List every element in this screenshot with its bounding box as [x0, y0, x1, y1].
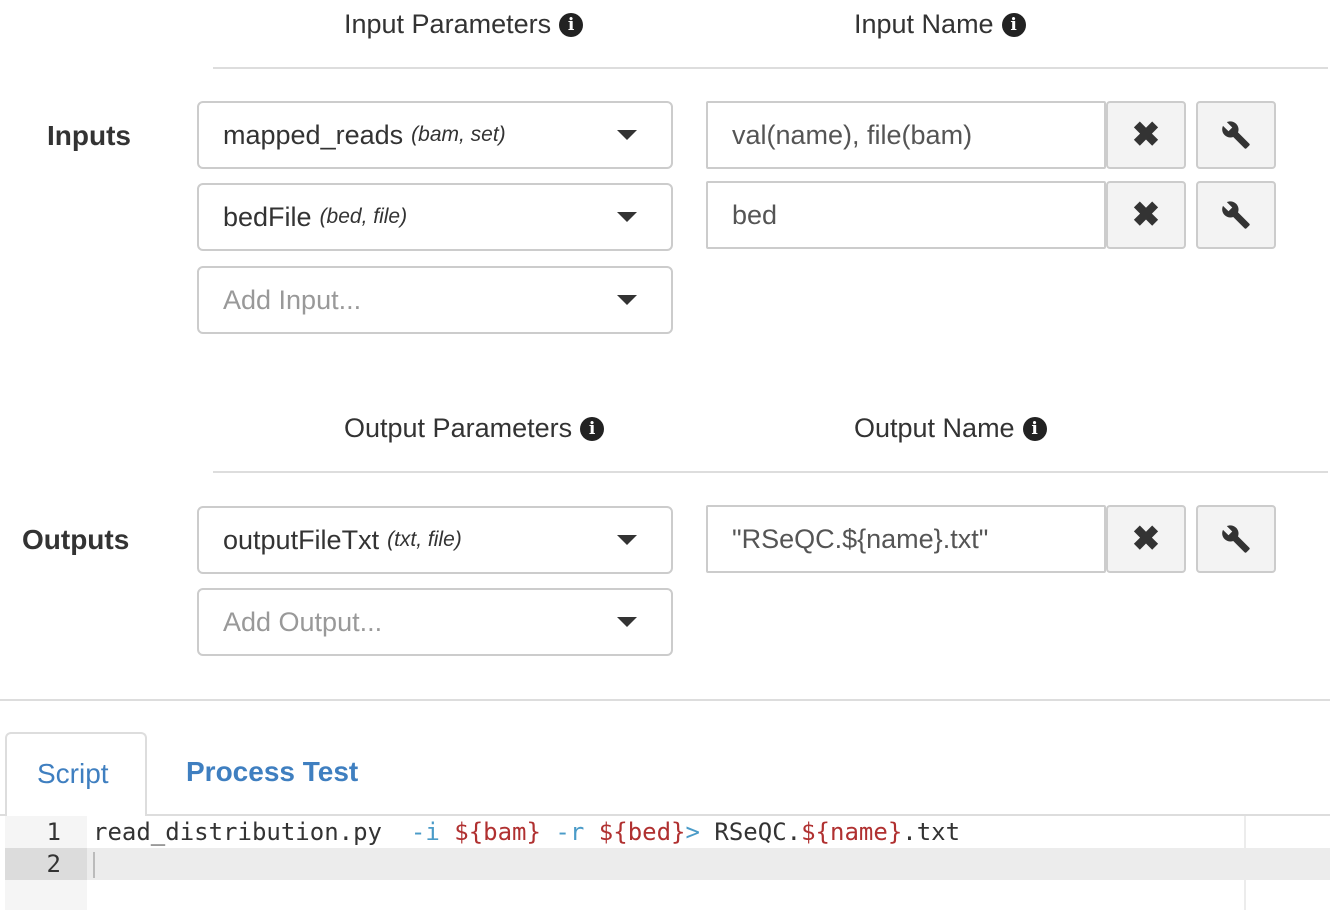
info-circle-icon[interactable]: i: [580, 416, 605, 441]
add-output-placeholder: Add Output...: [223, 606, 383, 637]
code-token: .txt: [902, 818, 961, 846]
times-icon: ✖: [1131, 196, 1161, 234]
text-cursor: [93, 852, 95, 878]
code-variable: name: [830, 818, 888, 846]
line-number: 2: [46, 850, 61, 878]
input-param-select[interactable]: bedFile (bed, file): [197, 183, 673, 251]
remove-input-button[interactable]: ✖: [1106, 181, 1186, 249]
outputs-section-label: Outputs: [22, 524, 130, 555]
active-line-highlight: [5, 848, 1330, 880]
add-input-placeholder: Add Input...: [223, 284, 362, 315]
times-icon: ✖: [1131, 116, 1161, 154]
code-variable-brace: ${: [454, 818, 484, 846]
times-icon: ✖: [1131, 520, 1161, 558]
caret-down-icon[interactable]: [617, 130, 637, 140]
code-redirect: >: [685, 818, 700, 846]
tab-process-test[interactable]: Process Test: [186, 756, 358, 788]
param-name: bedFile: [223, 201, 312, 232]
output-name-header: Output Name i: [854, 413, 1047, 444]
inputs-section-label: Inputs: [47, 120, 131, 151]
info-circle-icon[interactable]: i: [1022, 416, 1047, 441]
code-variable: bed: [627, 818, 672, 846]
param-name: outputFileTxt: [223, 524, 380, 555]
output-name-header-label: Output Name: [854, 413, 1015, 443]
input-parameters-header-label: Input Parameters: [344, 9, 552, 39]
code-variable-brace: ${: [801, 818, 831, 846]
code-flag: -r: [540, 818, 585, 846]
wrench-icon: [1222, 525, 1250, 553]
caret-down-icon[interactable]: [617, 212, 637, 222]
wrench-icon: [1222, 201, 1250, 229]
info-circle-icon[interactable]: i: [1001, 12, 1026, 37]
input-param-select[interactable]: mapped_reads (bam, set): [197, 101, 673, 169]
caret-down-icon[interactable]: [617, 535, 637, 545]
param-type: (bam, set): [411, 123, 506, 146]
code-line[interactable]: read_distribution.py -i ${bam} -r ${bed}…: [93, 818, 960, 846]
caret-down-icon[interactable]: [617, 617, 637, 627]
output-parameters-header-label: Output Parameters: [344, 413, 573, 443]
code-token: RSeQC.: [699, 818, 802, 846]
remove-output-button[interactable]: ✖: [1106, 505, 1186, 573]
code-variable-brace: }: [526, 818, 541, 846]
input-name-field[interactable]: [706, 181, 1106, 249]
code-variable-brace: }: [671, 818, 686, 846]
info-circle-icon[interactable]: i: [559, 12, 584, 37]
code-editor[interactable]: 1 2 read_distribution.py -i ${bam} -r ${…: [5, 816, 1330, 910]
add-input-select[interactable]: Add Input...: [197, 266, 673, 334]
input-parameters-header: Input Parameters i: [344, 9, 584, 40]
input-settings-button[interactable]: [1196, 101, 1276, 169]
input-name-header: Input Name i: [854, 9, 1026, 40]
param-type: (txt, file): [387, 528, 462, 551]
tab-script[interactable]: Script: [5, 732, 147, 816]
input-settings-button[interactable]: [1196, 181, 1276, 249]
wrench-icon: [1222, 121, 1250, 149]
param-type: (bed, file): [319, 205, 408, 228]
section-divider: [0, 699, 1330, 701]
output-settings-button[interactable]: [1196, 505, 1276, 573]
line-number: 1: [46, 818, 61, 846]
code-variable-brace: ${: [598, 818, 628, 846]
caret-down-icon[interactable]: [617, 295, 637, 305]
inputs-header-divider: [213, 67, 1328, 69]
code-token: read_distribution.py: [93, 818, 397, 846]
editor-scrollbar-track[interactable]: [1244, 816, 1246, 910]
remove-input-button[interactable]: ✖: [1106, 101, 1186, 169]
output-name-field[interactable]: [706, 505, 1106, 573]
output-param-select[interactable]: outputFileTxt (txt, file): [197, 506, 673, 574]
input-name-field[interactable]: [706, 101, 1106, 169]
outputs-header-divider: [213, 471, 1328, 473]
code-flag: -i: [396, 818, 440, 846]
code-variable: bam: [483, 818, 527, 846]
code-variable-brace: }: [887, 818, 903, 846]
param-name: mapped_reads: [223, 119, 404, 150]
add-output-select[interactable]: Add Output...: [197, 588, 673, 656]
input-name-header-label: Input Name: [854, 9, 994, 39]
output-parameters-header: Output Parameters i: [344, 413, 605, 444]
